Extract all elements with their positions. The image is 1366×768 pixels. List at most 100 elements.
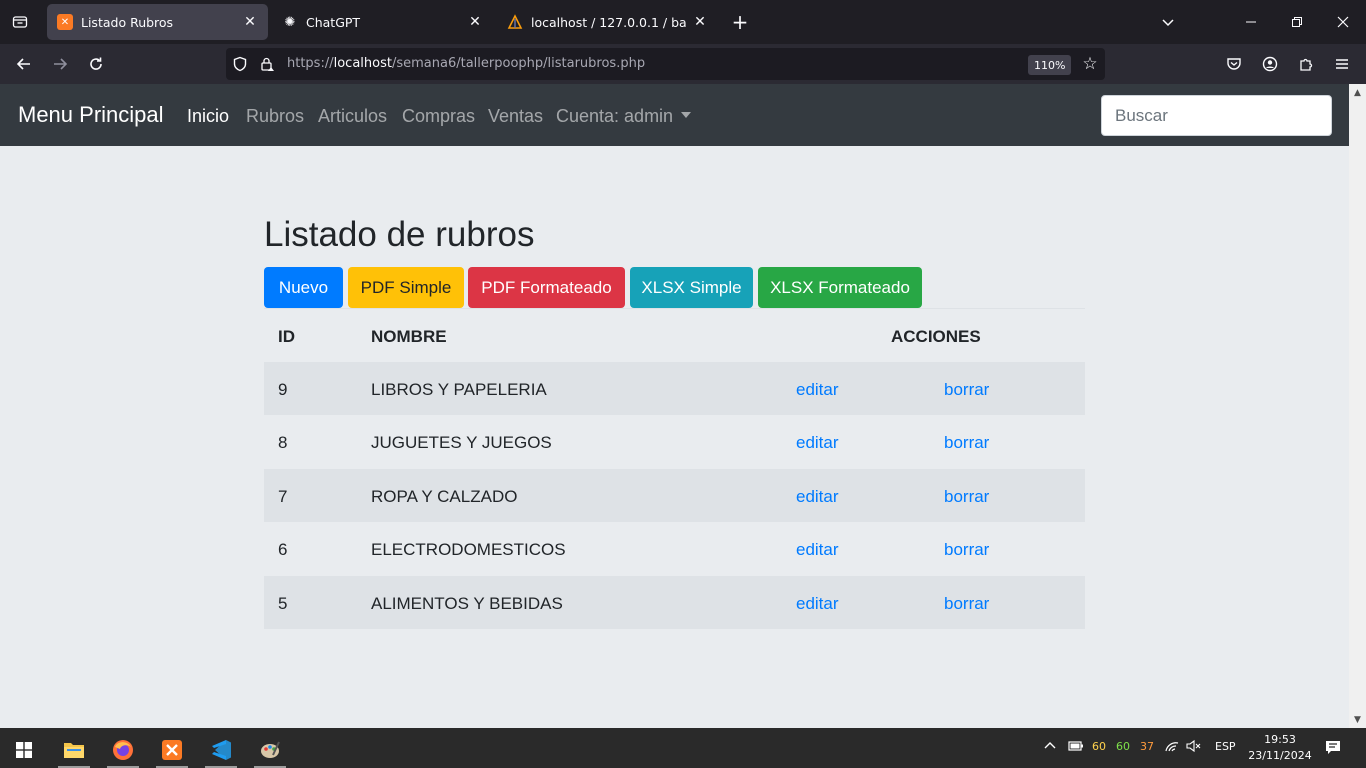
extensions-puzzle-icon[interactable] <box>1294 52 1318 76</box>
pdf-simple-button[interactable]: PDF Simple <box>348 267 464 308</box>
close-tab-icon[interactable]: ✕ <box>467 14 483 30</box>
borrar-link[interactable]: borrar <box>944 380 989 400</box>
tab-title: ChatGPT <box>306 14 361 30</box>
xampp-favicon-icon: ✕ <box>57 14 73 30</box>
cell-nombre: ROPA Y CALZADO <box>371 486 518 506</box>
borrar-link[interactable]: borrar <box>944 594 989 614</box>
firefox-view-icon[interactable] <box>8 10 32 34</box>
table-row: 9 LIBROS Y PAPELERIA editar borrar <box>264 362 1085 416</box>
phpmyadmin-favicon-icon <box>507 14 523 30</box>
vscode-icon[interactable] <box>201 732 241 768</box>
chatgpt-favicon-icon: ✺ <box>284 14 296 30</box>
show-hidden-icons-chevron-icon[interactable] <box>1044 739 1056 754</box>
nav-cuenta-label: Cuenta: admin <box>556 106 674 126</box>
nav-cuenta-dropdown[interactable]: Cuenta: admin <box>556 106 692 127</box>
url-prefix: https:// <box>287 56 334 71</box>
windows-start-icon[interactable] <box>4 732 44 768</box>
reload-icon[interactable] <box>84 52 108 76</box>
table-header: ID NOMBRE ACCIONES <box>264 309 1085 362</box>
url-host: localhost <box>333 56 392 71</box>
lock-warning-icon[interactable] <box>259 56 275 72</box>
tab-title: Listado Rubros <box>81 14 174 30</box>
notifications-icon[interactable] <box>1325 739 1341 758</box>
column-header-acciones: ACCIONES <box>891 327 981 346</box>
chevron-down-icon[interactable] <box>1156 10 1180 34</box>
file-explorer-icon[interactable] <box>54 732 94 768</box>
xlsx-simple-button[interactable]: XLSX Simple <box>630 267 753 308</box>
clock-time: 19:53 <box>1264 733 1296 746</box>
close-window-icon[interactable] <box>1328 8 1358 36</box>
table-row: 7 ROPA Y CALZADO editar borrar <box>264 468 1085 523</box>
tracking-protection-shield-icon[interactable] <box>232 56 248 72</box>
browser-tab-bar: ✕ Listado Rubros ✕ ✺ ChatGPT ✕ localhost… <box>0 0 1366 44</box>
scroll-up-arrow-icon[interactable]: ▲ <box>1349 84 1366 101</box>
borrar-link[interactable]: borrar <box>944 487 989 507</box>
table-row: 5 ALIMENTOS Y BEBIDAS editar borrar <box>264 575 1085 629</box>
paint-icon[interactable] <box>250 732 290 768</box>
hamburger-menu-icon[interactable] <box>1330 52 1354 76</box>
editar-link[interactable]: editar <box>796 487 839 507</box>
new-tab-icon[interactable]: + <box>728 10 752 34</box>
xampp-icon[interactable] <box>152 732 192 768</box>
site-navbar: Menu Principal Inicio Rubros Articulos C… <box>0 84 1349 146</box>
editar-link[interactable]: editar <box>796 380 839 400</box>
wifi-icon[interactable] <box>1164 739 1180 756</box>
cell-nombre: JUGUETES Y JUEGOS <box>371 433 552 453</box>
nav-articulos[interactable]: Articulos <box>318 106 387 127</box>
page-viewport: Menu Principal Inicio Rubros Articulos C… <box>0 84 1349 728</box>
editar-link[interactable]: editar <box>796 433 839 453</box>
nav-compras[interactable]: Compras <box>402 106 475 127</box>
pocket-icon[interactable] <box>1222 52 1246 76</box>
windows-taskbar: 60 60 37 ESP 19:53 23/11/2024 <box>0 728 1366 768</box>
zoom-level-badge[interactable]: 110% <box>1028 55 1072 75</box>
nav-rubros[interactable]: Rubros <box>246 106 304 127</box>
bookmark-star-icon[interactable]: ☆ <box>1080 54 1100 74</box>
cell-id: 6 <box>278 540 288 560</box>
clock-date: 23/11/2024 <box>1248 749 1312 762</box>
input-language[interactable]: ESP <box>1215 740 1236 753</box>
tray-indicator-2[interactable]: 60 <box>1116 740 1130 753</box>
cell-id: 5 <box>278 593 288 613</box>
restore-icon[interactable] <box>1282 8 1312 36</box>
tab-phpmyadmin[interactable]: localhost / 127.0.0.1 / basepoo2 ✕ <box>497 4 718 40</box>
column-header-id: ID <box>278 327 295 346</box>
cell-nombre: LIBROS Y PAPELERIA <box>371 380 547 399</box>
rubros-table: ID NOMBRE ACCIONES 9 LIBROS Y PAPELERIA … <box>264 308 1085 629</box>
page-title: Listado de rubros <box>264 215 535 254</box>
firefox-icon[interactable] <box>103 732 143 768</box>
cell-nombre: ELECTRODOMESTICOS <box>371 540 566 560</box>
cell-nombre: ALIMENTOS Y BEBIDAS <box>371 593 563 613</box>
editar-link[interactable]: editar <box>796 540 839 560</box>
clock[interactable]: 19:53 23/11/2024 <box>1242 732 1318 764</box>
close-tab-icon[interactable]: ✕ <box>242 14 258 30</box>
tab-chatgpt[interactable]: ✺ ChatGPT ✕ <box>272 4 493 40</box>
nav-inicio[interactable]: Inicio <box>187 106 229 127</box>
nuevo-button[interactable]: Nuevo <box>264 267 343 308</box>
minimize-icon[interactable] <box>1236 8 1266 36</box>
tab-listado-rubros[interactable]: ✕ Listado Rubros ✕ <box>47 4 268 40</box>
speaker-muted-icon[interactable] <box>1186 739 1202 756</box>
pdf-formateado-button[interactable]: PDF Formateado <box>468 267 625 308</box>
borrar-link[interactable]: borrar <box>944 540 989 560</box>
url-path: /semana6/tallerpoophp/listarubros.php <box>391 56 646 71</box>
vertical-scrollbar[interactable]: ▲ ▼ <box>1349 84 1366 728</box>
tray-indicator-1[interactable]: 60 <box>1092 740 1106 753</box>
close-tab-icon[interactable]: ✕ <box>692 14 708 30</box>
caret-down-icon <box>681 112 692 119</box>
editar-link[interactable]: editar <box>796 594 839 614</box>
scroll-down-arrow-icon[interactable]: ▼ <box>1349 711 1366 728</box>
forward-arrow-icon[interactable] <box>48 52 72 76</box>
address-bar[interactable]: https://localhost/semana6/tallerpoophp/l… <box>226 48 1105 80</box>
battery-icon[interactable] <box>1068 739 1084 756</box>
url-text[interactable]: https://localhost/semana6/tallerpoophp/l… <box>287 56 645 71</box>
back-arrow-icon[interactable] <box>12 52 36 76</box>
borrar-link[interactable]: borrar <box>944 433 989 453</box>
table-row: 6 ELECTRODOMESTICOS editar borrar <box>264 522 1085 575</box>
account-icon[interactable] <box>1258 52 1282 76</box>
navbar-brand[interactable]: Menu Principal <box>18 102 164 128</box>
search-input[interactable] <box>1101 95 1332 136</box>
tray-indicator-3[interactable]: 37 <box>1140 740 1154 753</box>
nav-ventas[interactable]: Ventas <box>488 106 543 127</box>
browser-toolbar: https://localhost/semana6/tallerpoophp/l… <box>0 44 1366 84</box>
xlsx-formateado-button[interactable]: XLSX Formateado <box>758 267 922 308</box>
